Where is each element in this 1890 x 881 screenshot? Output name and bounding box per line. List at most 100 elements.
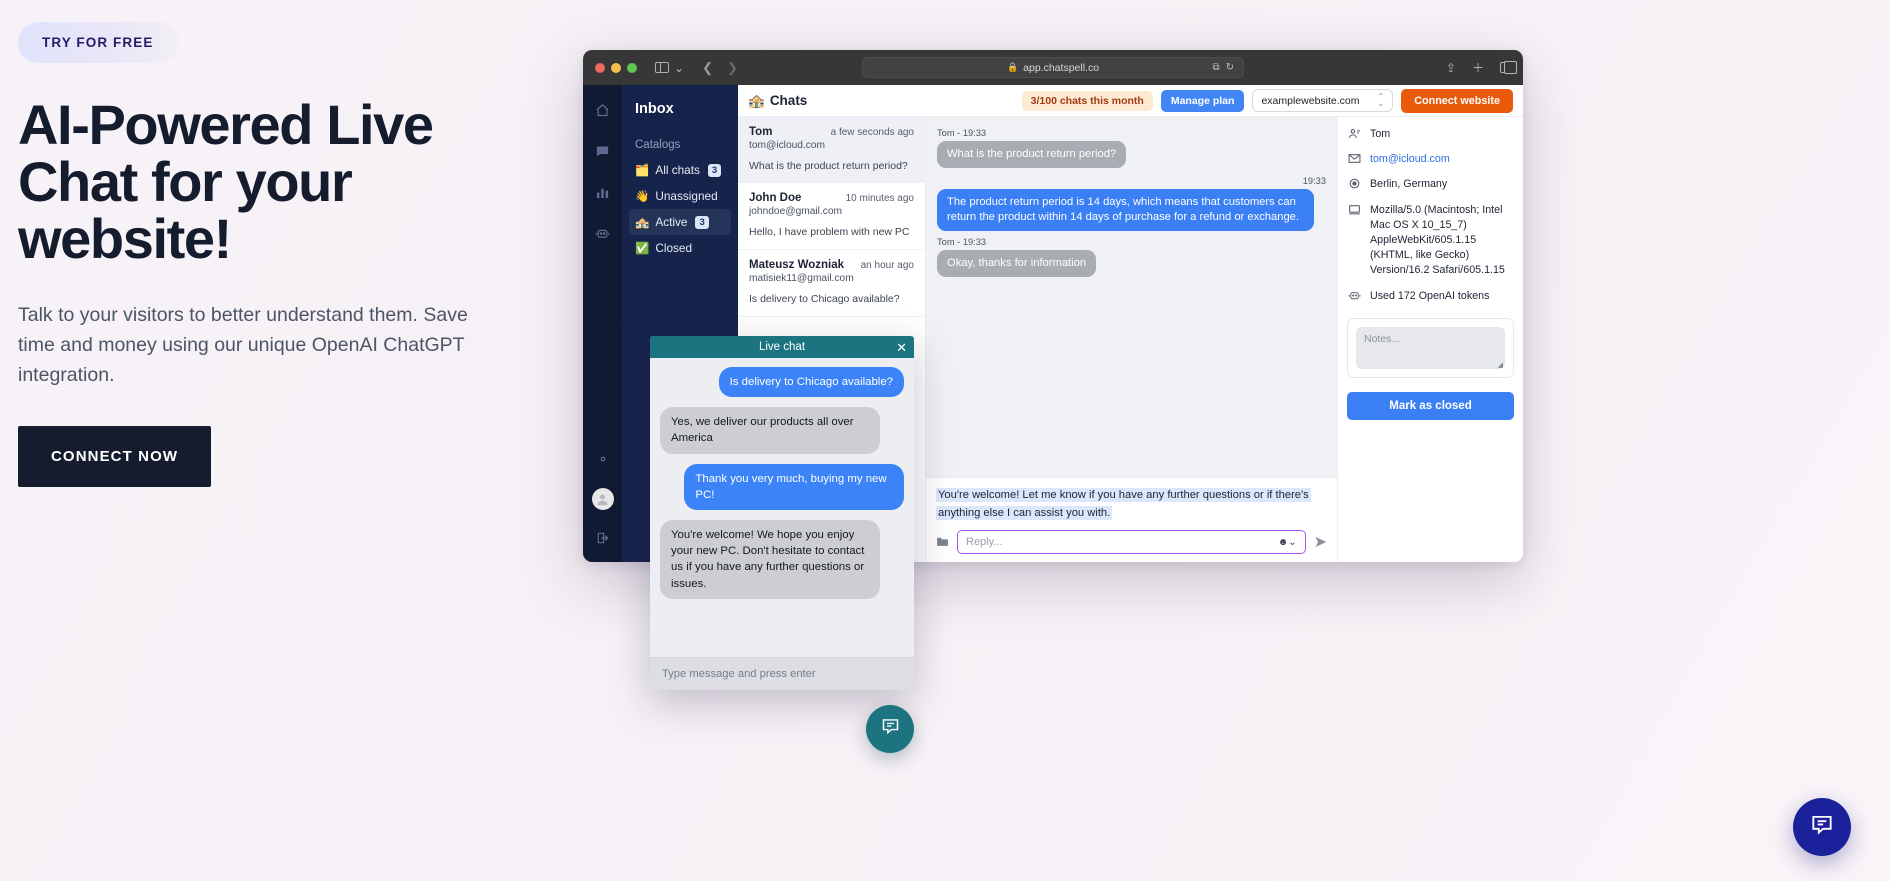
contact-email: johndoe@gmail.com (749, 206, 843, 217)
widget-bubble-outgoing: Is delivery to Chicago available? (718, 367, 904, 398)
sidebar-item-unassigned[interactable]: 👋 Unassigned (629, 183, 731, 209)
connect-now-button[interactable]: CONNECT NOW (18, 426, 212, 488)
message-meta: Tom - 19:33 (937, 128, 987, 138)
minimize-window-icon[interactable] (611, 62, 621, 73)
window-controls[interactable] (595, 62, 637, 73)
extensions-icon[interactable]: ⧉ (1212, 62, 1219, 73)
new-tab-icon[interactable]: ＋ (1472, 59, 1484, 76)
connect-website-button[interactable]: Connect website (1401, 88, 1513, 113)
chats-heading-label: Chats (769, 93, 808, 108)
widget-bubble-outgoing: Thank you very much, buying my new PC! (684, 463, 904, 510)
contact-email-value[interactable]: tom@icloud.com (1370, 152, 1450, 167)
show-tabs-icon[interactable] (1500, 60, 1517, 74)
contact-name: John Doe (749, 192, 802, 204)
mail-icon (1347, 152, 1362, 165)
address-bar-actions[interactable]: ⧉ ↻ (1212, 62, 1234, 73)
avatar[interactable] (591, 488, 614, 510)
sidebar-item-closed[interactable]: ✅ Closed (629, 235, 731, 261)
message-preview: Is delivery to Chicago available? (749, 293, 900, 305)
list-item[interactable]: Mateusz Wozniak an hour ago matisiek11@g… (738, 250, 925, 317)
contact-tokens-value: Used 172 OpenAI tokens (1370, 289, 1490, 302)
message-preview: What is the product return period? (749, 160, 908, 172)
message-meta: 19:33 (1302, 176, 1326, 187)
notes-textarea[interactable]: Notes... (1356, 326, 1505, 369)
contact-email: tom@icloud.com (749, 140, 826, 151)
page-title: AI-Powered Live Chat for your website! (18, 93, 434, 271)
timestamp: an hour ago (860, 260, 914, 271)
chat-icon[interactable] (591, 139, 615, 163)
message-bubble-incoming: What is the product return period? (937, 141, 1127, 169)
share-icon[interactable]: ⇪ (1446, 61, 1456, 75)
contact-row-name: Tom (1347, 127, 1514, 142)
browser-titlebar: ⌄ ❮ ❯ 🔒 app.chatspell.co ⧉ ↻ ⇪ ＋ (583, 50, 1523, 85)
ai-suggestion[interactable]: You're welcome! Let me know if you have … (936, 487, 1311, 520)
close-window-icon[interactable] (595, 62, 605, 73)
hero-subheading: Talk to your visitors to better understa… (18, 304, 468, 386)
inbox-title: Inbox (635, 101, 674, 117)
mark-as-closed-button[interactable]: Mark as closed (1347, 391, 1514, 420)
contact-panel: Tom tom@icloud.com Berlin, Germany Mozil… (1337, 117, 1523, 562)
home-icon[interactable] (591, 98, 615, 122)
contact-row-useragent: Mozilla/5.0 (Macintosh; Intel Mac OS X 1… (1347, 203, 1514, 279)
user-icon (1347, 127, 1362, 140)
logout-icon[interactable] (591, 526, 615, 550)
timestamp: 10 minutes ago (845, 193, 914, 204)
sidebar-item-label: Active (655, 215, 688, 229)
folder-emoji-icon: 🗂️ (635, 165, 650, 177)
gear-icon[interactable] (591, 447, 615, 471)
widget-message-row: You're welcome! We hope you enjoy your n… (660, 519, 904, 599)
active-emoji-icon: 🏤 (635, 217, 650, 229)
emoji-picker-icon[interactable]: ☻⌄ (1278, 537, 1297, 548)
website-select[interactable]: examplewebsite.com ⌃ ⌄ (1252, 88, 1394, 113)
browser-navigation[interactable]: ❮ ❯ (702, 60, 738, 76)
contact-row-email: tom@icloud.com (1347, 152, 1514, 167)
back-icon[interactable]: ❮ (702, 60, 713, 76)
list-item-header: John Doe 10 minutes ago (749, 192, 914, 204)
address-bar[interactable]: 🔒 app.chatspell.co ⧉ ↻ (862, 57, 1244, 78)
sidebar-toggle-button[interactable]: ⌄ (655, 61, 684, 75)
try-for-free-badge: TRY FOR FREE (18, 22, 180, 63)
analytics-icon[interactable] (591, 180, 615, 204)
widget-message-input[interactable]: Type message and press enter (650, 657, 914, 690)
contact-row-location: Berlin, Germany (1347, 177, 1514, 192)
notes-card: Notes... (1347, 317, 1514, 378)
widget-header: Live chat ✕ (650, 336, 914, 358)
reload-icon[interactable]: ↻ (1226, 62, 1234, 73)
folder-icon[interactable] (936, 535, 949, 550)
all-chats-badge: 3 (707, 163, 722, 177)
reply-input[interactable]: Reply... ☻⌄ (957, 530, 1306, 554)
forward-icon[interactable]: ❯ (727, 60, 738, 76)
sidebar-item-active[interactable]: 🏤 Active 3 (629, 209, 731, 235)
chevron-updown-icon: ⌃ ⌄ (1377, 91, 1385, 108)
widget-message-row: Thank you very much, buying my new PC! (660, 463, 904, 510)
sidebar-item-label: Closed (655, 241, 693, 255)
sidebar-item-all-chats[interactable]: 🗂️ All chats 3 (629, 157, 731, 183)
lock-icon: 🔒 (1006, 62, 1019, 72)
location-icon (1347, 177, 1362, 190)
bot-icon[interactable] (591, 221, 615, 245)
close-icon[interactable]: ✕ (896, 341, 907, 354)
contact-row-tokens: Used 172 OpenAI tokens (1347, 289, 1514, 304)
address-bar-url: app.chatspell.co (1023, 61, 1100, 74)
widget-bubble-incoming: You're welcome! We hope you enjoy your n… (660, 519, 880, 599)
message-bubble-outgoing: The product return period is 14 days, wh… (937, 189, 1315, 232)
widget-launcher-button[interactable] (866, 705, 914, 753)
chats-heading: 🏤 Chats (748, 93, 807, 109)
list-item[interactable]: Tom a few seconds ago tom@icloud.com Wha… (738, 117, 925, 183)
site-chat-launcher-button[interactable] (1793, 798, 1851, 856)
list-item[interactable]: John Doe 10 minutes ago johndoe@gmail.co… (738, 183, 925, 250)
message-thread: Tom - 19:33 What is the product return p… (926, 117, 1337, 477)
send-icon[interactable]: ➤ (1314, 532, 1327, 552)
browser-toolbar-right[interactable]: ⇪ ＋ (1446, 59, 1517, 76)
chat-bubble-icon (880, 716, 901, 742)
contact-email: matisiek11@gmail.com (749, 273, 854, 284)
reply-bar: Reply... ☻⌄ ➤ (936, 530, 1327, 554)
sidebar-item-label: Unassigned (655, 189, 718, 203)
contact-location-value: Berlin, Germany (1370, 178, 1448, 191)
widget-bubble-incoming: Yes, we deliver our products all over Am… (660, 407, 880, 454)
manage-plan-button[interactable]: Manage plan (1160, 89, 1245, 112)
maximize-window-icon[interactable] (627, 62, 637, 73)
active-badge: 3 (695, 215, 709, 229)
reply-placeholder: Reply... (966, 536, 1003, 548)
message-bubble-incoming: Okay, thanks for information (937, 250, 1097, 278)
